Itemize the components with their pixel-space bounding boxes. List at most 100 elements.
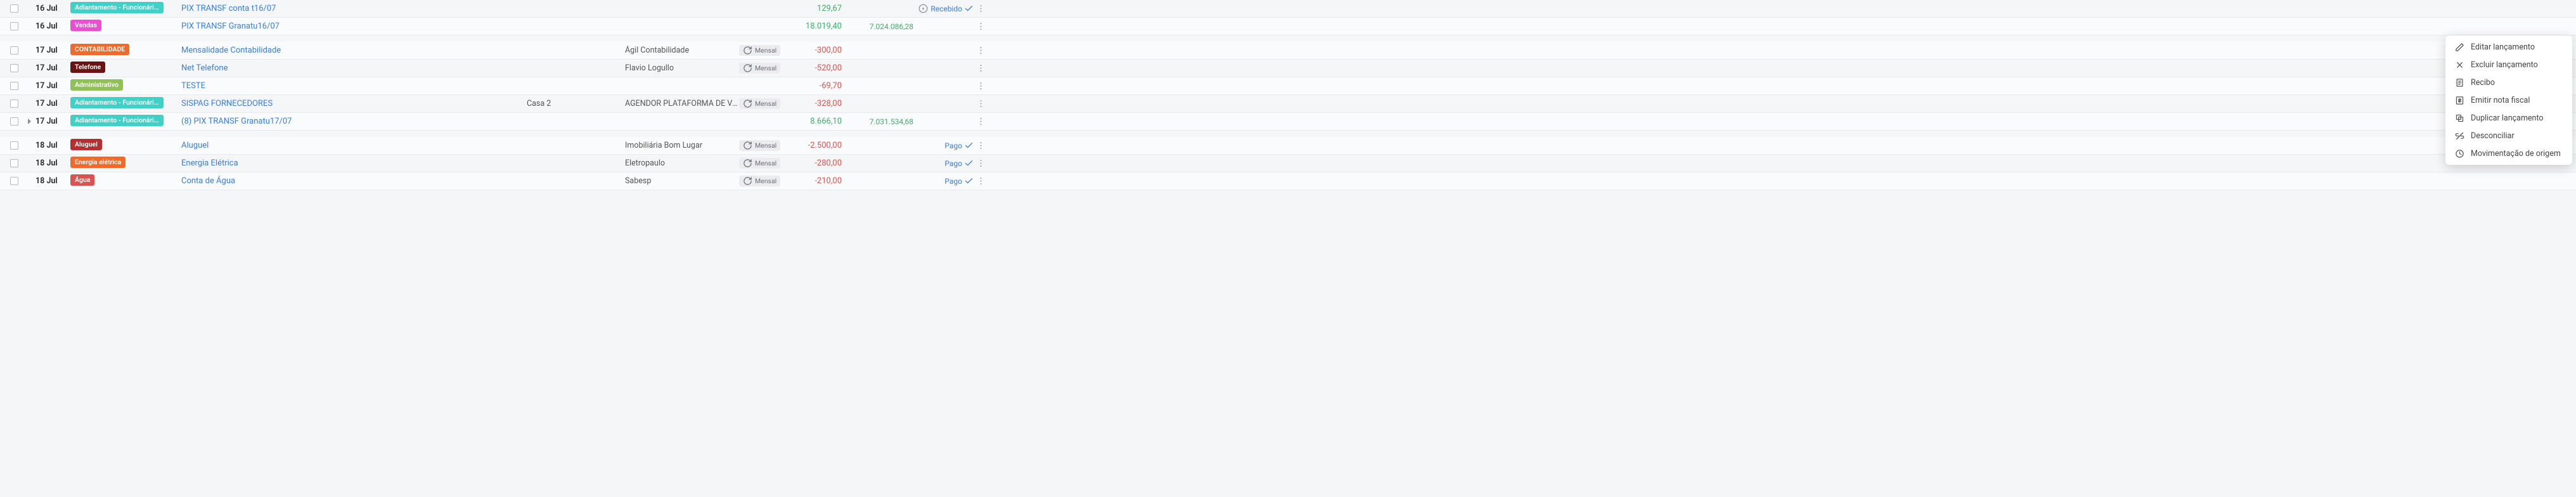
- row-date: 17 Jul: [35, 81, 70, 91]
- row-checkbox[interactable]: [10, 177, 18, 185]
- category-tag[interactable]: Vendas: [70, 20, 101, 31]
- menu-delete[interactable]: Excluir lançamento: [2445, 56, 2572, 74]
- menu-receipt[interactable]: Recibo: [2445, 74, 2572, 91]
- row-date: 17 Jul: [35, 117, 70, 126]
- row-actions-button[interactable]: [974, 158, 988, 168]
- row-checkbox[interactable]: [10, 141, 18, 150]
- category-tag[interactable]: Adiantamento - Funcionári…: [70, 2, 164, 13]
- row-balance: 7.024.086,28: [847, 22, 913, 31]
- table-row: 16 JulVendasPIX TRANSF Granatu16/0718.01…: [0, 18, 2576, 36]
- menu-edit[interactable]: Editar lançamento: [2445, 38, 2572, 56]
- invoice-icon: [2454, 95, 2464, 105]
- row-date: 16 Jul: [35, 4, 70, 13]
- row-amount: -328,00: [774, 99, 847, 108]
- row-checkbox[interactable]: [10, 4, 18, 13]
- transaction-link[interactable]: Conta de Água: [181, 176, 235, 186]
- row-actions-button[interactable]: [974, 46, 988, 55]
- row-checkbox[interactable]: [10, 22, 18, 30]
- row-amount: -69,70: [774, 81, 847, 91]
- row-context-menu: Editar lançamentoExcluir lançamentoRecib…: [2445, 36, 2572, 165]
- row-actions-button[interactable]: [974, 99, 988, 108]
- copy-icon: [2454, 113, 2464, 123]
- refresh-icon: [743, 158, 752, 168]
- group-spacer: [0, 36, 2576, 42]
- status-pago[interactable]: Pago: [944, 176, 974, 186]
- transaction-link[interactable]: Aluguel: [181, 141, 209, 150]
- row-actions-button[interactable]: [974, 176, 988, 186]
- check-icon: [964, 158, 974, 168]
- row-checkbox[interactable]: [10, 46, 18, 55]
- refresh-icon: [743, 99, 752, 108]
- table-row: 18 JulAluguelAluguelImobiliária Bom Luga…: [0, 137, 2576, 155]
- row-date: 17 Jul: [35, 46, 70, 55]
- row-counterparty: Ágil Contabilidade: [625, 46, 739, 55]
- row-checkbox[interactable]: [10, 100, 18, 108]
- row-checkbox[interactable]: [10, 159, 18, 167]
- row-balance: 7.031.534,68: [847, 117, 913, 126]
- row-location: Casa 2: [527, 99, 625, 108]
- x-icon: [2454, 60, 2464, 70]
- expand-icon[interactable]: [25, 117, 34, 126]
- status-pago[interactable]: Pago: [944, 158, 974, 168]
- transactions-table: 16 JulAdiantamento - Funcionári…PIX TRAN…: [0, 0, 2576, 190]
- row-amount: 129,67: [774, 4, 847, 13]
- row-amount: -210,00: [774, 176, 847, 186]
- table-row: 17 JulTelefoneNet TelefoneFlavio Logullo…: [0, 60, 2576, 77]
- menu-duplicate[interactable]: Duplicar lançamento: [2445, 109, 2572, 127]
- table-row: 17 JulAdiantamento - Funcionári… (8) PIX …: [0, 113, 2576, 131]
- menu-invoice[interactable]: Emitir nota fiscal: [2445, 91, 2572, 109]
- category-tag[interactable]: CONTABILIDADE: [70, 44, 129, 55]
- row-checkbox[interactable]: [10, 82, 18, 90]
- category-tag[interactable]: Adiantamento - Funcionári…: [70, 97, 164, 108]
- row-actions-button[interactable]: [974, 141, 988, 150]
- category-tag[interactable]: Adiantamento - Funcionári…: [70, 115, 164, 126]
- check-icon: [964, 141, 974, 150]
- transaction-link[interactable]: Net Telefone: [181, 63, 228, 73]
- table-row: 18 JulÁguaConta de ÁguaSabespMensal-210,…: [0, 172, 2576, 190]
- row-date: 17 Jul: [35, 99, 70, 108]
- row-actions-button[interactable]: [974, 63, 988, 73]
- row-actions-button[interactable]: [974, 81, 988, 91]
- row-date: 18 Jul: [35, 176, 70, 186]
- table-row: 18 JulEnergia elétrica Energia Elétrica El…: [0, 155, 2576, 172]
- check-icon: [964, 4, 974, 13]
- category-tag[interactable]: Telefone: [70, 61, 105, 73]
- check-icon: [964, 176, 974, 186]
- row-counterparty: Sabesp: [625, 176, 739, 186]
- group-spacer: [0, 131, 2576, 137]
- row-checkbox[interactable]: [10, 64, 18, 72]
- refresh-icon: [743, 46, 752, 55]
- row-checkbox[interactable]: [10, 117, 18, 126]
- menu-origin[interactable]: Movimentação de origem: [2445, 145, 2572, 162]
- category-tag[interactable]: Energia elétrica: [70, 157, 126, 168]
- transaction-link[interactable]: PIX TRANSF Granatu16/07: [181, 22, 280, 31]
- transaction-link[interactable]: Energia Elétrica: [181, 158, 238, 168]
- unlink-icon: [2454, 131, 2464, 141]
- origin-icon: [2454, 148, 2464, 158]
- table-row: 16 JulAdiantamento - Funcionári… PIX TRAN…: [0, 0, 2576, 18]
- transaction-link[interactable]: Mensalidade Contabilidade: [181, 46, 281, 55]
- transaction-link[interactable]: (8) PIX TRANSF Granatu17/07: [181, 117, 292, 126]
- row-counterparty: Eletropaulo: [625, 158, 739, 168]
- menu-unreconcile[interactable]: Desconciliar: [2445, 127, 2572, 145]
- row-date: 18 Jul: [35, 158, 70, 168]
- category-tag[interactable]: Água: [70, 174, 94, 186]
- row-actions-button[interactable]: [974, 22, 988, 31]
- transaction-link[interactable]: PIX TRANSF conta t16/07: [181, 4, 276, 13]
- refresh-icon: [743, 176, 752, 186]
- category-tag[interactable]: Aluguel: [70, 139, 102, 150]
- pencil-icon: [2454, 42, 2464, 52]
- row-actions-button[interactable]: [974, 4, 988, 13]
- row-counterparty: AGENDOR PLATAFORMA DE VEND…: [625, 99, 739, 108]
- transaction-link[interactable]: SISPAG FORNECEDORES: [181, 99, 273, 108]
- category-tag[interactable]: Administrativo: [70, 79, 123, 91]
- row-counterparty: Imobiliária Bom Lugar: [625, 141, 739, 150]
- transaction-link[interactable]: TESTE: [181, 81, 205, 91]
- status-pago[interactable]: Pago: [944, 141, 974, 150]
- row-amount: -2.500,00: [774, 141, 847, 150]
- refresh-icon: [743, 141, 752, 150]
- row-actions-button[interactable]: [974, 117, 988, 126]
- row-counterparty: Flavio Logullo: [625, 63, 739, 73]
- status-recebido[interactable]: Recebido: [931, 4, 974, 13]
- receipt-icon: [2454, 77, 2464, 87]
